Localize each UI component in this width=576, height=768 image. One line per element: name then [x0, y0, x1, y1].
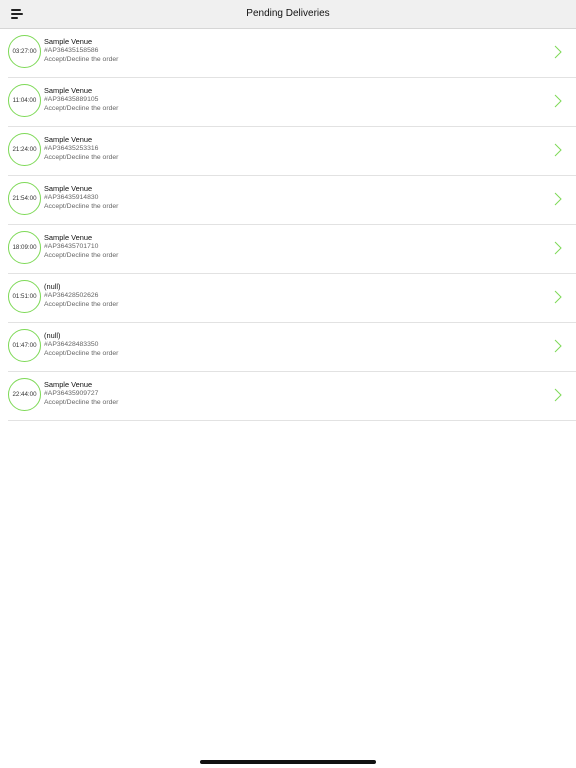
- page-title: Pending Deliveries: [246, 8, 330, 19]
- navigation-bar: Pending Deliveries: [0, 0, 576, 29]
- chevron-right-icon: [554, 241, 562, 255]
- venue-name: (null): [44, 282, 61, 291]
- timer-badge: 01:51:00: [8, 280, 41, 313]
- order-id: #AP36435701710: [44, 243, 99, 250]
- order-id: #AP36435889105: [44, 96, 99, 103]
- venue-name: (null): [44, 331, 61, 340]
- order-id: #AP36435158586: [44, 47, 99, 54]
- action-text: Accept/Decline the order: [44, 154, 119, 161]
- venue-name: Sample Venue: [44, 37, 93, 46]
- delivery-list: 03:27:00 Sample Venue #AP36435158586 Acc…: [0, 29, 576, 421]
- chevron-right-icon: [554, 388, 562, 402]
- action-text: Accept/Decline the order: [44, 252, 119, 259]
- venue-name: Sample Venue: [44, 135, 93, 144]
- action-text: Accept/Decline the order: [44, 350, 119, 357]
- action-text: Accept/Decline the order: [44, 203, 119, 210]
- timer-badge: 21:24:00: [8, 133, 41, 166]
- action-text: Accept/Decline the order: [44, 105, 119, 112]
- venue-name: Sample Venue: [44, 184, 93, 193]
- order-id: #AP36428483350: [44, 341, 99, 348]
- timer-badge: 03:27:00: [8, 35, 41, 68]
- delivery-row[interactable]: 18:09:00 Sample Venue #AP36435701710 Acc…: [8, 225, 576, 274]
- venue-name: Sample Venue: [44, 233, 93, 242]
- chevron-right-icon: [554, 192, 562, 206]
- action-text: Accept/Decline the order: [44, 399, 119, 406]
- delivery-row[interactable]: 21:54:00 Sample Venue #AP36435914830 Acc…: [8, 176, 576, 225]
- home-indicator[interactable]: [200, 760, 376, 764]
- timer-badge: 11:04:00: [8, 84, 41, 117]
- delivery-row[interactable]: 22:44:00 Sample Venue #AP36435909727 Acc…: [8, 372, 576, 421]
- venue-name: Sample Venue: [44, 380, 93, 389]
- action-text: Accept/Decline the order: [44, 301, 119, 308]
- venue-name: Sample Venue: [44, 86, 93, 95]
- order-id: #AP36435909727: [44, 390, 99, 397]
- timer-badge: 22:44:00: [8, 378, 41, 411]
- chevron-right-icon: [554, 45, 562, 59]
- chevron-right-icon: [554, 339, 562, 353]
- timer-badge: 01:47:00: [8, 329, 41, 362]
- delivery-row[interactable]: 11:04:00 Sample Venue #AP36435889105 Acc…: [8, 78, 576, 127]
- action-text: Accept/Decline the order: [44, 56, 119, 63]
- timer-badge: 18:09:00: [8, 231, 41, 264]
- order-id: #AP36435253316: [44, 145, 99, 152]
- delivery-row[interactable]: 03:27:00 Sample Venue #AP36435158586 Acc…: [8, 29, 576, 78]
- delivery-row[interactable]: 01:51:00 (null) #AP36428502626 Accept/De…: [8, 274, 576, 323]
- chevron-right-icon: [554, 290, 562, 304]
- delivery-row[interactable]: 01:47:00 (null) #AP36428483350 Accept/De…: [8, 323, 576, 372]
- timer-badge: 21:54:00: [8, 182, 41, 215]
- order-id: #AP36428502626: [44, 292, 99, 299]
- chevron-right-icon: [554, 94, 562, 108]
- delivery-row[interactable]: 21:24:00 Sample Venue #AP36435253316 Acc…: [8, 127, 576, 176]
- order-id: #AP36435914830: [44, 194, 99, 201]
- chevron-right-icon: [554, 143, 562, 157]
